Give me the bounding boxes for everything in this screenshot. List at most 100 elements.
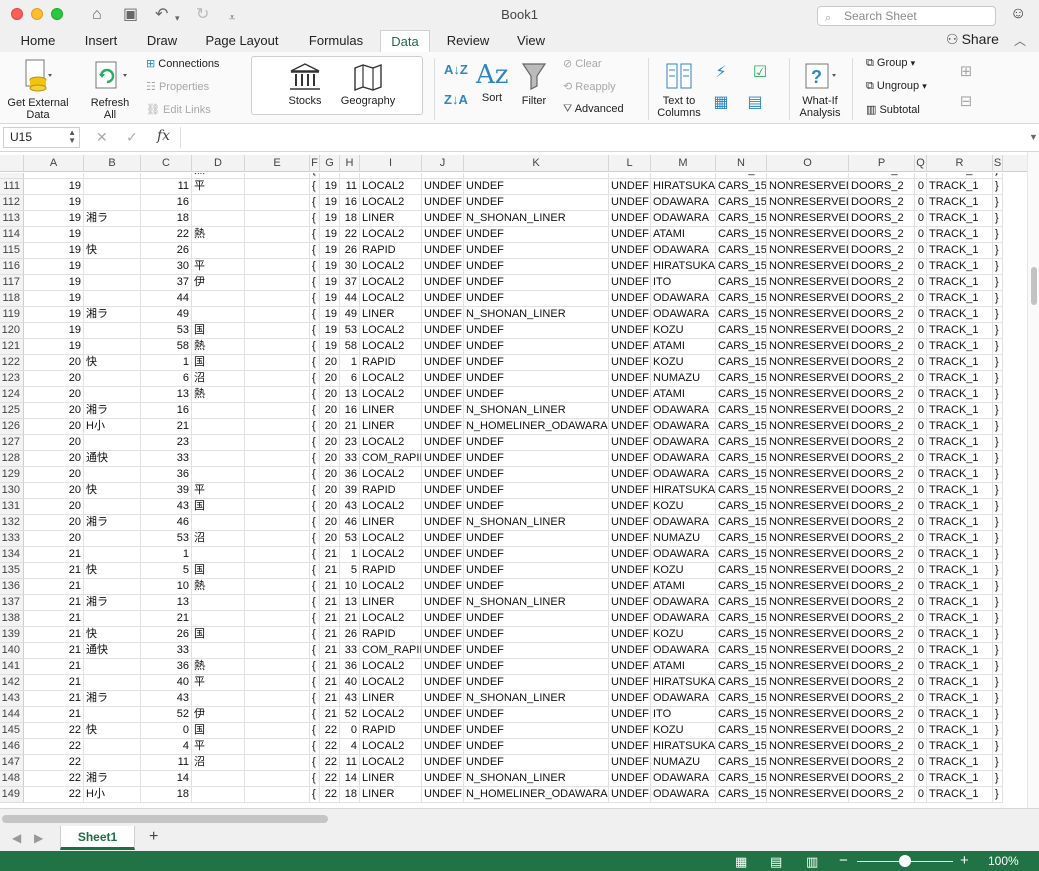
- column-header-b[interactable]: B: [84, 155, 141, 172]
- cell-f[interactable]: {: [310, 403, 320, 419]
- cell-l[interactable]: UNDEF: [609, 531, 651, 547]
- cell-p[interactable]: DOORS_2: [849, 531, 915, 547]
- cell-a[interactable]: 21: [24, 675, 84, 691]
- tab-draw[interactable]: Draw: [136, 30, 188, 52]
- cell-r[interactable]: TRACK_1: [927, 787, 993, 803]
- cell-i[interactable]: LOCAL2: [360, 323, 422, 339]
- previous-sheet-icon[interactable]: ◀: [12, 831, 21, 845]
- cell-n[interactable]: CARS_15: [716, 707, 767, 723]
- cell-j[interactable]: UNDEF: [422, 275, 464, 291]
- cell-r[interactable]: TRACK_1: [927, 467, 993, 483]
- cell-e[interactable]: [245, 435, 310, 451]
- row-header[interactable]: 140: [0, 643, 24, 659]
- cell-k[interactable]: N_SHONAN_LINER: [464, 515, 609, 531]
- cell-s[interactable]: }: [993, 243, 1003, 259]
- cell-m[interactable]: KOZU: [651, 499, 716, 515]
- cell-i[interactable]: LOCAL2: [360, 195, 422, 211]
- cell-p[interactable]: DOORS_2: [849, 291, 915, 307]
- what-if-analysis-button[interactable]: ? What-If Analysis: [794, 58, 846, 119]
- cell-d[interactable]: [192, 291, 245, 307]
- cell-r[interactable]: TRACK_1: [927, 259, 993, 275]
- cell-p[interactable]: DOORS_2: [849, 659, 915, 675]
- cell-f[interactable]: {: [310, 675, 320, 691]
- cell-p[interactable]: DOORS_2: [849, 435, 915, 451]
- cell-q[interactable]: 0: [915, 579, 927, 595]
- row-header[interactable]: 147: [0, 755, 24, 771]
- cell-l[interactable]: UNDEF: [609, 675, 651, 691]
- cell-q[interactable]: 0: [915, 675, 927, 691]
- next-sheet-icon[interactable]: ▶: [34, 831, 43, 845]
- cell-n[interactable]: CARS_15: [716, 387, 767, 403]
- cell-i[interactable]: LOCAL2: [360, 275, 422, 291]
- cell-h[interactable]: 46: [340, 515, 360, 531]
- cell-d[interactable]: [192, 419, 245, 435]
- cell-p[interactable]: DOORS_2: [849, 499, 915, 515]
- cell-p[interactable]: DOORS_2: [849, 771, 915, 787]
- cell-m[interactable]: ATAMI: [651, 387, 716, 403]
- cell-m[interactable]: ODAWARA: [651, 595, 716, 611]
- cell-d[interactable]: [192, 771, 245, 787]
- cell-s[interactable]: }: [993, 227, 1003, 243]
- cell-c[interactable]: 36: [141, 467, 192, 483]
- cell-m[interactable]: ODAWARA: [651, 643, 716, 659]
- cell-n[interactable]: CARS_15: [716, 451, 767, 467]
- row-header[interactable]: 114: [0, 227, 24, 243]
- cell-m[interactable]: ATAMI: [651, 659, 716, 675]
- cell-q[interactable]: 0: [915, 531, 927, 547]
- cell-r[interactable]: TRACK_1: [927, 355, 993, 371]
- show-detail-button[interactable]: ⊞: [956, 62, 976, 80]
- cell-n[interactable]: CARS_15: [716, 323, 767, 339]
- cell-m[interactable]: ODAWARA: [651, 611, 716, 627]
- tab-formulas[interactable]: Formulas: [298, 30, 374, 52]
- cell-a[interactable]: 20: [24, 403, 84, 419]
- cell-f[interactable]: {: [310, 723, 320, 739]
- cell-a[interactable]: 20: [24, 419, 84, 435]
- cell-c[interactable]: 6: [141, 371, 192, 387]
- cell-f[interactable]: {: [310, 531, 320, 547]
- cell-c[interactable]: 5: [141, 563, 192, 579]
- cell-g[interactable]: 19: [320, 211, 340, 227]
- cell-d[interactable]: 国: [192, 323, 245, 339]
- cell-l[interactable]: UNDEF: [609, 499, 651, 515]
- row-header[interactable]: 119: [0, 307, 24, 323]
- cell-m[interactable]: ITO: [651, 275, 716, 291]
- row-header[interactable]: 124: [0, 387, 24, 403]
- geography-button[interactable]: Geography: [340, 62, 396, 107]
- cell-h[interactable]: 21: [340, 611, 360, 627]
- cell-g[interactable]: 21: [320, 579, 340, 595]
- cell-p[interactable]: DOORS_2: [849, 723, 915, 739]
- cell-h[interactable]: 10: [340, 579, 360, 595]
- cell-f[interactable]: {: [310, 179, 320, 195]
- cell-l[interactable]: UNDEF: [609, 307, 651, 323]
- cell-o[interactable]: NONRESERVED: [767, 211, 849, 227]
- cell-o[interactable]: NONRESERVED: [767, 387, 849, 403]
- row-header[interactable]: 141: [0, 659, 24, 675]
- cell-q[interactable]: 0: [915, 179, 927, 195]
- cell-k[interactable]: UNDEF: [464, 227, 609, 243]
- row-header[interactable]: 112: [0, 195, 24, 211]
- cell-d[interactable]: 熱: [192, 339, 245, 355]
- cell-l[interactable]: UNDEF: [609, 291, 651, 307]
- cell-h[interactable]: 33: [340, 643, 360, 659]
- cell-g[interactable]: 21: [320, 595, 340, 611]
- cell-k[interactable]: UNDEF: [464, 451, 609, 467]
- cell-a[interactable]: 19: [24, 211, 84, 227]
- row-header[interactable]: 146: [0, 739, 24, 755]
- cell-f[interactable]: {: [310, 339, 320, 355]
- cell-n[interactable]: CARS_15: [716, 227, 767, 243]
- cell-c[interactable]: 18: [141, 211, 192, 227]
- row-header[interactable]: 115: [0, 243, 24, 259]
- cell-f[interactable]: {: [310, 787, 320, 803]
- column-header-d[interactable]: D: [192, 155, 245, 172]
- cell-a[interactable]: 22: [24, 755, 84, 771]
- cell-r[interactable]: TRACK_1: [927, 371, 993, 387]
- cell-m[interactable]: KOZU: [651, 323, 716, 339]
- cell-g[interactable]: 19: [320, 259, 340, 275]
- cell-i[interactable]: RAPID: [360, 563, 422, 579]
- cell-o[interactable]: NONRESERVED: [767, 451, 849, 467]
- cell-m[interactable]: ODAWARA: [651, 787, 716, 803]
- cell-n[interactable]: CARS_15: [716, 531, 767, 547]
- cell-k[interactable]: UNDEF: [464, 275, 609, 291]
- cell-e[interactable]: [245, 531, 310, 547]
- cell-b[interactable]: H小: [84, 787, 141, 803]
